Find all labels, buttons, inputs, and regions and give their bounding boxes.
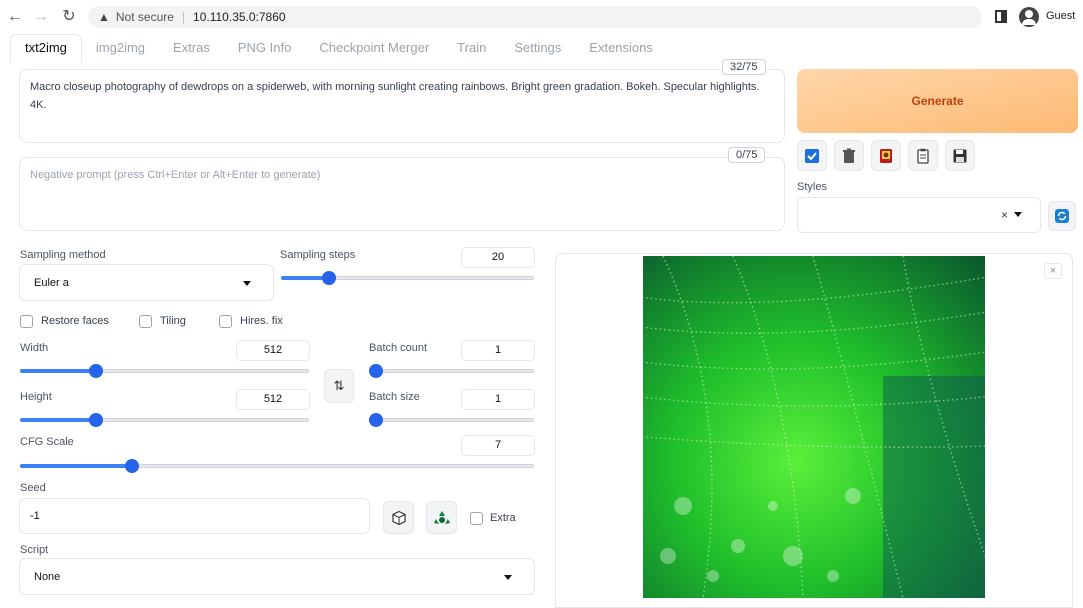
batch-count-input[interactable]: 1: [461, 340, 535, 361]
tab-extensions[interactable]: Extensions: [575, 34, 667, 62]
sampling-steps-input[interactable]: 20: [461, 247, 535, 268]
swap-dimensions-button[interactable]: ⇅: [324, 369, 354, 403]
save-style-button[interactable]: [945, 140, 975, 171]
back-arrow-icon[interactable]: ←: [6, 8, 24, 26]
random-seed-button[interactable]: [383, 501, 414, 534]
batch-size-input[interactable]: 1: [461, 389, 535, 410]
security-label: Not secure: [115, 10, 174, 24]
output-gallery: ×: [555, 253, 1073, 608]
styles-dropdown[interactable]: ×: [797, 197, 1041, 233]
forward-arrow-icon[interactable]: →: [32, 8, 50, 26]
script-dropdown[interactable]: None: [19, 558, 535, 595]
browser-toolbar: ← → ↻ ▲ Not secure | 10.110.35.0:7860 Gu…: [0, 0, 1083, 34]
interrupt-checkbox-button[interactable]: [797, 140, 827, 171]
paste-icon: [917, 148, 929, 164]
extra-seed-checkbox[interactable]: [470, 512, 483, 525]
styles-label: Styles: [797, 181, 827, 193]
script-value: None: [34, 570, 61, 583]
height-label: Height: [20, 391, 52, 403]
chevron-down-icon: [1014, 212, 1022, 217]
sampling-steps-label: Sampling steps: [280, 249, 356, 261]
tab-png-info[interactable]: PNG Info: [224, 34, 305, 62]
address-bar[interactable]: ▲ Not secure | 10.110.35.0:7860: [88, 6, 982, 28]
refresh-styles-button[interactable]: [1048, 201, 1076, 231]
width-input[interactable]: 512: [236, 340, 310, 361]
height-slider[interactable]: [20, 413, 309, 427]
seed-label: Seed: [20, 482, 46, 494]
chevron-down-icon: [504, 574, 512, 580]
prompt-token-counter: 32/75: [722, 59, 766, 75]
extra-seed-label: Extra: [490, 512, 516, 524]
width-label: Width: [20, 342, 49, 354]
recycle-icon: [433, 510, 450, 524]
checkbox-icon: [805, 148, 819, 163]
swap-arrows-icon: ⇅: [333, 378, 345, 393]
chevron-down-icon: [243, 280, 251, 286]
restore-faces-label: Restore faces: [41, 315, 109, 327]
batch-count-label: Batch count: [369, 342, 428, 354]
trash-icon: [843, 148, 855, 163]
tab-img2img[interactable]: img2img: [82, 34, 159, 62]
clear-styles-icon[interactable]: ×: [1001, 208, 1008, 222]
clear-prompt-button[interactable]: [834, 140, 864, 171]
close-icon[interactable]: ×: [1044, 263, 1062, 279]
restore-faces-checkbox[interactable]: [20, 315, 33, 328]
sampling-method-dropdown[interactable]: Euler a: [19, 264, 274, 301]
hires-fix-label: Hires. fix: [240, 315, 283, 327]
sampling-method-label: Sampling method: [20, 249, 106, 261]
tab-txt2img[interactable]: txt2img: [10, 34, 82, 62]
profile-label[interactable]: Guest: [1046, 10, 1075, 22]
sampling-method-value: Euler a: [34, 276, 69, 289]
generated-image[interactable]: [643, 256, 985, 598]
batch-size-slider[interactable]: [369, 413, 534, 427]
batch-size-label: Batch size: [369, 391, 420, 403]
warning-triangle-icon: ▲: [98, 10, 110, 24]
tab-settings[interactable]: Settings: [500, 34, 575, 62]
save-icon: [953, 149, 967, 162]
tab-train[interactable]: Train: [443, 34, 500, 62]
profile-avatar-icon[interactable]: [1019, 7, 1039, 27]
divider: |: [181, 10, 186, 24]
width-slider[interactable]: [20, 364, 309, 378]
script-label: Script: [20, 544, 49, 556]
generate-button[interactable]: Generate: [797, 69, 1078, 133]
dice-icon: [391, 510, 406, 525]
main-tabs: txt2img img2img Extras PNG Info Checkpoi…: [10, 34, 667, 62]
negative-prompt-input[interactable]: Negative prompt (press Ctrl+Enter or Alt…: [19, 157, 785, 231]
height-input[interactable]: 512: [236, 389, 310, 410]
reload-icon[interactable]: ↻: [60, 8, 78, 26]
seed-input[interactable]: -1: [19, 498, 370, 534]
batch-count-slider[interactable]: [369, 364, 534, 378]
extra-networks-button[interactable]: [871, 140, 901, 171]
refresh-icon: [1055, 209, 1069, 223]
tab-checkpoint-merger[interactable]: Checkpoint Merger: [305, 34, 443, 62]
cfg-scale-label: CFG Scale: [20, 436, 74, 448]
hires-fix-checkbox[interactable]: [219, 315, 232, 328]
cfg-scale-slider[interactable]: [20, 459, 534, 473]
negative-prompt-token-counter: 0/75: [728, 147, 766, 163]
tiling-checkbox[interactable]: [139, 315, 152, 328]
cfg-scale-input[interactable]: 7: [461, 435, 535, 456]
side-panel-icon[interactable]: [995, 10, 1007, 23]
tiling-label: Tiling: [160, 315, 186, 327]
paste-prompt-button[interactable]: [908, 140, 938, 171]
sampling-steps-slider[interactable]: [281, 271, 534, 285]
prompt-input[interactable]: Macro closeup photography of dewdrops on…: [19, 69, 785, 143]
url-text: 10.110.35.0:7860: [193, 10, 286, 24]
tab-extras[interactable]: Extras: [159, 34, 224, 62]
reuse-seed-button[interactable]: [426, 501, 457, 534]
extra-networks-icon: [880, 148, 892, 163]
